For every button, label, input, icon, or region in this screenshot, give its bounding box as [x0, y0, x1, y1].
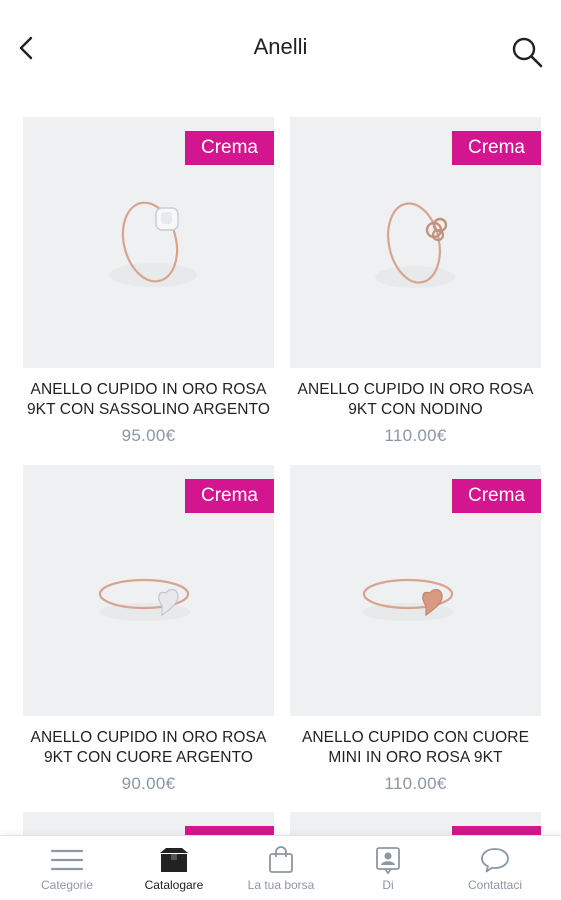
box-icon — [160, 848, 188, 872]
tab-di[interactable]: Di — [332, 836, 444, 900]
product-price: 95.00€ — [121, 426, 176, 445]
contact-card-icon — [376, 847, 400, 874]
product-grid: Crema ANELLO CUPIDO IN ORO ROSA 9KT CON … — [0, 0, 561, 900]
product-image: Crema — [23, 117, 274, 368]
product-badge: Crema — [185, 479, 274, 513]
product-price: 110.00€ — [384, 426, 447, 445]
tab-la-tua-borsa[interactable]: La tua borsa — [225, 836, 337, 900]
tab-label: Categorie — [40, 878, 94, 892]
bottom-tab-bar: Categorie Catalogare La tua borsa Di Con… — [0, 835, 561, 900]
product-card[interactable]: Crema ANELLO CUPIDO IN ORO ROSA 9KT CON … — [290, 117, 541, 446]
tab-label: Contattaci — [467, 878, 523, 892]
product-badge: Crema — [185, 131, 274, 165]
tab-label: La tua borsa — [247, 878, 315, 892]
product-name: ANELLO CUPIDO CON CUORE MINI IN ORO ROSA… — [301, 729, 530, 766]
product-card[interactable]: Crema ANELLO CUPIDO IN ORO ROSA 9KT CON … — [23, 117, 274, 446]
product-image: Crema — [23, 465, 274, 716]
product-name: ANELLO CUPIDO IN ORO ROSA 9KT CON CUORE … — [30, 729, 267, 766]
product-name: ANELLO CUPIDO IN ORO ROSA 9KT CON SASSOL… — [26, 381, 271, 418]
product-price: 110.00€ — [384, 774, 447, 793]
shopping-bag-icon — [269, 846, 293, 873]
product-price: 90.00€ — [121, 774, 176, 793]
product-name: ANELLO CUPIDO IN ORO ROSA 9KT CON NODINO — [297, 381, 534, 418]
product-card[interactable]: Crema ANELLO CUPIDO IN ORO ROSA 9KT CON … — [23, 465, 274, 794]
tab-catalogare[interactable]: Catalogare — [118, 836, 230, 900]
tab-label: Di — [382, 878, 394, 892]
tab-contattaci[interactable]: Contattaci — [439, 836, 551, 900]
product-badge: Crema — [452, 131, 541, 165]
chat-bubble-icon — [481, 848, 509, 873]
tab-label: Catalogare — [144, 878, 204, 892]
menu-icon — [50, 849, 84, 871]
product-image: Crema — [290, 117, 541, 368]
product-image: Crema — [290, 465, 541, 716]
tab-categorie[interactable]: Categorie — [11, 836, 123, 900]
product-card[interactable]: Crema ANELLO CUPIDO CON CUORE MINI IN OR… — [290, 465, 541, 794]
product-badge: Crema — [452, 479, 541, 513]
